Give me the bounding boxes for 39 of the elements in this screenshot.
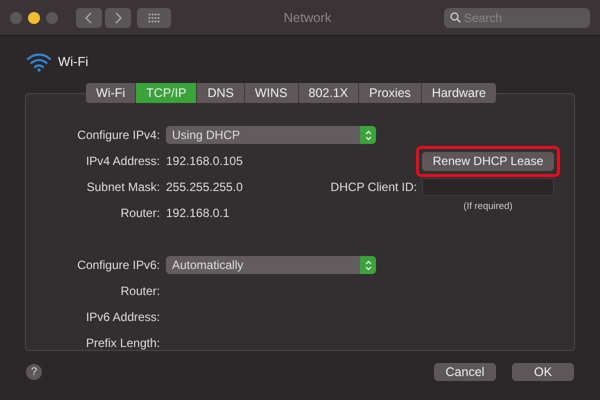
- tab[interactable]: Hardware: [422, 83, 496, 103]
- dialog-button[interactable]: Cancel: [434, 363, 496, 381]
- field-label: Router:: [120, 205, 160, 222]
- search-icon: [450, 12, 461, 23]
- field-label: Subnet Mask:: [86, 179, 160, 196]
- field-label: IPv6 Address:: [84, 309, 160, 326]
- field-value: 192.168.0.105: [166, 153, 243, 170]
- tab[interactable]: DNS: [197, 83, 245, 103]
- back-button[interactable]: [76, 8, 102, 28]
- tab[interactable]: WINS: [244, 83, 298, 103]
- dialog-button[interactable]: OK: [512, 363, 574, 381]
- field-label: Router:: [120, 283, 160, 300]
- hint-text: (If required): [462, 200, 514, 214]
- field-label: Configure IPv4:: [76, 127, 160, 144]
- field-value: 255.255.255.0: [166, 179, 243, 196]
- dropdown[interactable]: Automatically: [166, 256, 376, 274]
- tab[interactable]: 802.1X: [298, 83, 360, 103]
- back-icon: [85, 12, 93, 24]
- forward-button[interactable]: [105, 8, 131, 28]
- help-button[interactable]: ?: [26, 364, 42, 380]
- field-label: Prefix Length:: [84, 335, 160, 352]
- wifi-icon: [26, 52, 52, 72]
- field-label: Configure IPv6:: [76, 257, 160, 274]
- input-field[interactable]: [422, 178, 554, 196]
- grid-icon: [148, 12, 160, 22]
- tab[interactable]: Wi-Fi: [86, 83, 136, 103]
- tab[interactable]: Proxies: [359, 83, 422, 103]
- dropdown[interactable]: Using DHCP: [166, 126, 376, 144]
- window-control[interactable]: [28, 12, 40, 24]
- interface-name: Wi-Fi: [58, 53, 88, 72]
- window-title: Network: [284, 10, 332, 25]
- field-value: 192.168.0.1: [166, 205, 230, 222]
- grid-button[interactable]: [137, 8, 171, 28]
- field-label: DHCP Client ID:: [330, 179, 418, 196]
- renew-lease-button[interactable]: Renew DHCP Lease: [422, 152, 554, 170]
- stepper-icon: [364, 260, 372, 270]
- stepper-icon: [364, 130, 372, 140]
- field-label: IPv4 Address:: [84, 153, 160, 170]
- forward-icon: [114, 12, 122, 24]
